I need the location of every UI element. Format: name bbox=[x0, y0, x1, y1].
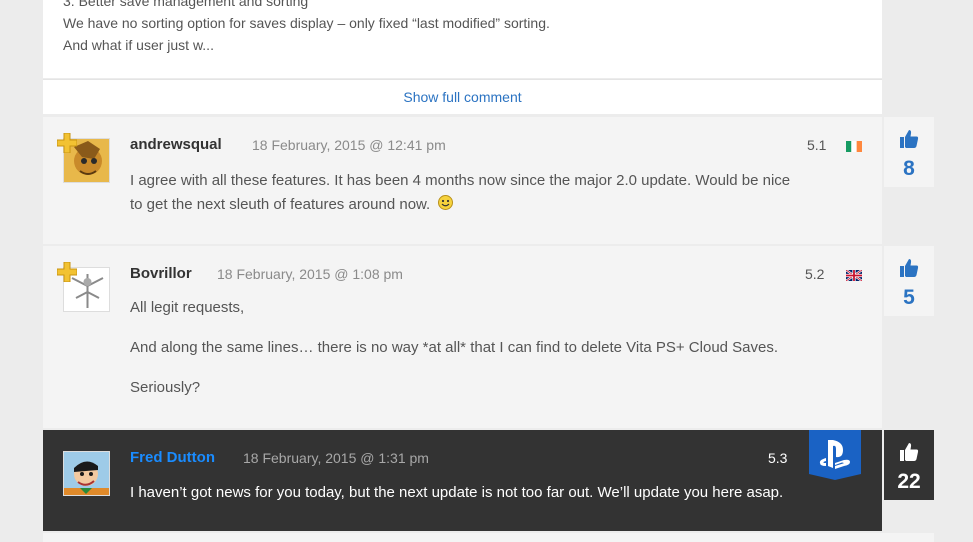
comment-number[interactable]: 5.1 bbox=[807, 137, 826, 153]
comment-paragraph: I agree with all these features. It has … bbox=[130, 172, 791, 189]
comment-text-line: And what if user just w... bbox=[63, 37, 214, 53]
ireland-flag-icon bbox=[846, 139, 862, 152]
comment-date[interactable]: 18 February, 2015 @ 1:31 pm bbox=[243, 450, 429, 466]
uk-flag-icon bbox=[845, 268, 863, 282]
show-full-comment-link[interactable]: Show full comment bbox=[403, 89, 521, 105]
vote-count: 8 bbox=[903, 157, 915, 180]
playstation-plus-icon bbox=[56, 261, 78, 283]
comment-author[interactable]: Fred Dutton bbox=[130, 449, 215, 466]
previous-comment: 3. Better save management and sorting We… bbox=[43, 0, 882, 78]
playstation-plus-icon bbox=[56, 132, 78, 154]
avatar[interactable] bbox=[63, 451, 110, 496]
comment-paragraph: to get the next sleuth of features aroun… bbox=[130, 196, 431, 213]
next-comment-edge bbox=[43, 533, 934, 542]
comment-paragraph: And along the same lines… there is no wa… bbox=[130, 339, 779, 356]
comment-author[interactable]: Bovrillor bbox=[130, 265, 192, 282]
vote-count: 22 bbox=[897, 470, 921, 493]
vote-box: 5 bbox=[884, 246, 934, 316]
playstation-staff-badge-icon bbox=[809, 430, 861, 480]
comment-paragraph: I haven’t got news for you today, but th… bbox=[130, 484, 784, 501]
comment-date[interactable]: 18 February, 2015 @ 1:08 pm bbox=[217, 266, 403, 282]
comment-body: I haven’t got news for you today, but th… bbox=[130, 481, 783, 505]
vote-count: 5 bbox=[903, 286, 915, 309]
comment-card: Bovrillor 18 February, 2015 @ 1:08 pm 5.… bbox=[43, 246, 882, 428]
comment-card: andrewsqual 18 February, 2015 @ 12:41 pm… bbox=[43, 117, 882, 244]
show-full-comment-bar: Show full comment bbox=[43, 79, 882, 114]
comment-text-line: 3. Better save management and sorting bbox=[63, 0, 309, 9]
thumbs-up-icon[interactable] bbox=[899, 258, 919, 278]
comment-body: All legit requests, And along the same l… bbox=[130, 296, 778, 400]
comment-number[interactable]: 5.3 bbox=[768, 450, 787, 466]
comment-paragraph: All legit requests, bbox=[130, 299, 245, 316]
comment-text-line: We have no sorting option for saves disp… bbox=[63, 15, 550, 31]
smiley-icon bbox=[438, 194, 454, 218]
comment-author[interactable]: andrewsqual bbox=[130, 136, 222, 153]
comment-body: I agree with all these features. It has … bbox=[130, 169, 790, 218]
comment-paragraph: Seriously? bbox=[130, 379, 201, 396]
thumbs-up-icon[interactable] bbox=[899, 129, 919, 149]
vote-box: 8 bbox=[884, 117, 934, 187]
staff-comment-card: Fred Dutton 18 February, 2015 @ 1:31 pm … bbox=[43, 430, 882, 531]
comment-number[interactable]: 5.2 bbox=[805, 266, 824, 282]
thumbs-up-icon[interactable] bbox=[899, 442, 919, 462]
comment-date[interactable]: 18 February, 2015 @ 12:41 pm bbox=[252, 137, 446, 153]
vote-box: 22 bbox=[884, 430, 934, 500]
